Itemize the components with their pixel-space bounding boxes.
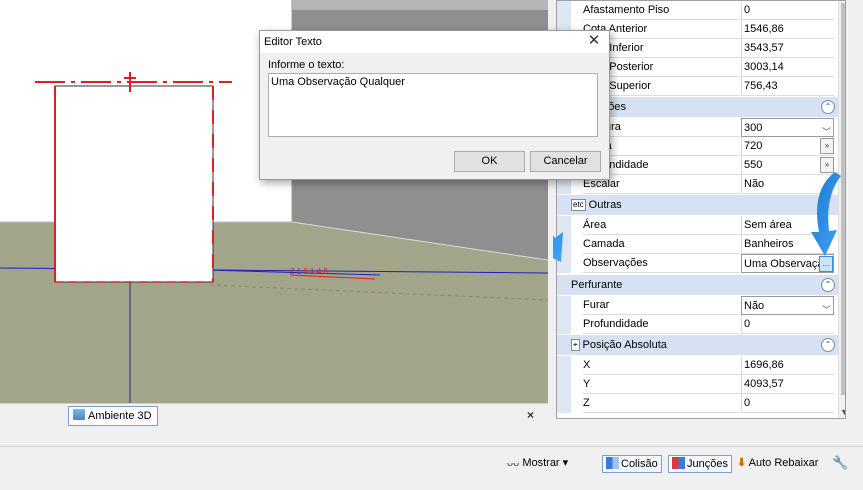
prop-label: Afastamento Piso	[583, 1, 740, 20]
wrench-icon[interactable]: 🔧	[832, 455, 848, 473]
prop-value[interactable]: 0	[741, 315, 834, 334]
observacoes-value-cell[interactable]: Uma Observação...	[741, 254, 834, 273]
prop-row[interactable]: Profundidade 0	[557, 315, 845, 334]
object-box	[54, 85, 214, 283]
scroll-down-icon[interactable]: ▼	[840, 407, 845, 417]
juncoes-toggle[interactable]: Junções	[668, 455, 732, 473]
prop-label: Área	[583, 216, 740, 235]
prop-row[interactable]: Furar Não ﹀	[557, 296, 845, 315]
prop-value-dropdown[interactable]: Não ﹀	[741, 296, 834, 315]
colisao-icon	[606, 457, 619, 469]
juncoes-label: Junções	[687, 458, 728, 470]
prop-value[interactable]: 756,43	[741, 77, 834, 96]
ellipsis-button[interactable]: ...	[819, 256, 833, 272]
close-icon[interactable]: ✕	[583, 31, 605, 53]
property-scrollbar[interactable]: ▼	[838, 1, 845, 418]
prop-row[interactable]: Afastamento Piso 0	[557, 1, 845, 20]
prop-value-dropdown[interactable]: 300 ﹀	[741, 118, 834, 137]
collapse-icon[interactable]: ⌃	[821, 338, 835, 352]
glasses-icon: ᴗᴗ	[507, 457, 520, 469]
prop-value[interactable]: 1546,86	[741, 20, 834, 39]
scrollbar-thumb[interactable]	[841, 3, 845, 395]
prop-value[interactable]: 1696,86	[741, 356, 834, 375]
prop-row[interactable]: Camada Banheiros	[557, 235, 845, 254]
mostrar-button[interactable]: ᴗᴗ Mostrar ▾	[507, 455, 568, 473]
category-posicao-absoluta[interactable]: ⌖ Posição Absoluta ⌃	[557, 335, 845, 355]
dialog-titlebar[interactable]: Editor Texto ✕	[260, 31, 609, 53]
prop-row[interactable]: X 1696,86	[557, 356, 845, 375]
prop-value-cell[interactable]: 550 »	[741, 156, 834, 175]
ok-button[interactable]: OK	[454, 151, 525, 172]
cancel-button[interactable]: Cancelar	[530, 151, 601, 172]
prop-value: Uma Observação	[744, 258, 830, 270]
chevron-down-icon[interactable]: ﹀	[822, 301, 831, 314]
category-posicao-title: Posição Absoluta	[582, 339, 667, 351]
prop-value: 550	[744, 159, 763, 171]
category-perfurante[interactable]: Perfurante ⌃	[557, 275, 845, 295]
prop-label: Furar	[583, 296, 740, 315]
more-button[interactable]: »	[820, 138, 834, 154]
prop-value-cell[interactable]: 720 »	[741, 137, 834, 156]
more-button[interactable]: »	[820, 157, 834, 173]
prop-row[interactable]: Z0	[557, 394, 845, 413]
prop-label: Camada	[583, 235, 740, 254]
dimension-label: 2 1 6 1 4 0	[290, 267, 328, 276]
prop-value[interactable]: Não	[741, 175, 834, 194]
prop-value[interactable]: 4093,57	[741, 375, 834, 394]
category-outras-title: Outras	[588, 199, 622, 211]
prop-label: Profundidade	[583, 315, 740, 334]
auto-rebaixar-button[interactable]: ⬇ Auto Rebaixar	[737, 455, 818, 473]
prop-value[interactable]: 3003,14	[741, 58, 834, 77]
category-perfurante-title: Perfurante	[571, 279, 623, 291]
tab-strip: Ambiente 3D ×	[0, 403, 548, 427]
prop-value: Não	[744, 300, 765, 312]
tab-ambiente-3d[interactable]: Ambiente 3D	[68, 406, 158, 426]
prop-label: Y	[583, 375, 740, 394]
status-bar: ᴗᴗ Mostrar ▾ Colisão Junções ⬇ Auto Reba…	[0, 446, 863, 476]
prop-row[interactable]: Área Sem área	[557, 216, 845, 235]
tab-close-button[interactable]: ×	[527, 408, 534, 422]
prop-label: Observações	[583, 254, 740, 273]
colisao-label: Colisão	[621, 458, 658, 470]
tab-ambiente-3d-label: Ambiente 3D	[88, 410, 152, 422]
prop-value: 720	[744, 140, 763, 152]
prop-value[interactable]: 0	[741, 394, 834, 413]
category-outras[interactable]: etc Outras	[557, 195, 845, 215]
etc-icon: etc	[571, 199, 586, 211]
collapse-icon[interactable]: ⌃	[821, 100, 835, 114]
text-input[interactable]: Uma Observação Qualquer	[268, 73, 598, 137]
collapse-icon[interactable]: ⌃	[821, 278, 835, 292]
prop-value[interactable]: Banheiros	[741, 235, 834, 254]
prop-row[interactable]: Y 4093,57	[557, 375, 845, 394]
dropdown-arrow-icon: ▾	[562, 457, 569, 469]
juncoes-icon	[672, 457, 685, 469]
prop-row-observacoes[interactable]: Observações Uma Observação...	[557, 254, 845, 273]
prop-value[interactable]: 3543,57	[741, 39, 834, 58]
prop-value[interactable]: Sem área	[741, 216, 834, 235]
mostrar-label: Mostrar	[522, 457, 560, 469]
prop-label: X	[583, 356, 740, 375]
prop-value: 300	[744, 122, 763, 134]
chevron-down-icon[interactable]: ﹀	[822, 123, 831, 136]
editor-texto-dialog[interactable]: Editor Texto ✕ Informe o texto: Uma Obse…	[259, 30, 610, 180]
colisao-toggle[interactable]: Colisão	[602, 455, 662, 473]
dialog-prompt: Informe o texto:	[268, 59, 345, 71]
arrow-down-icon: ⬇	[737, 457, 747, 469]
position-icon: ⌖	[571, 339, 580, 351]
dialog-title: Editor Texto	[264, 36, 322, 48]
prop-value[interactable]: 0	[741, 1, 834, 20]
auto-rebaixar-label: Auto Rebaixar	[748, 457, 819, 469]
prop-label: Z	[583, 394, 740, 413]
cube-icon	[73, 409, 85, 420]
